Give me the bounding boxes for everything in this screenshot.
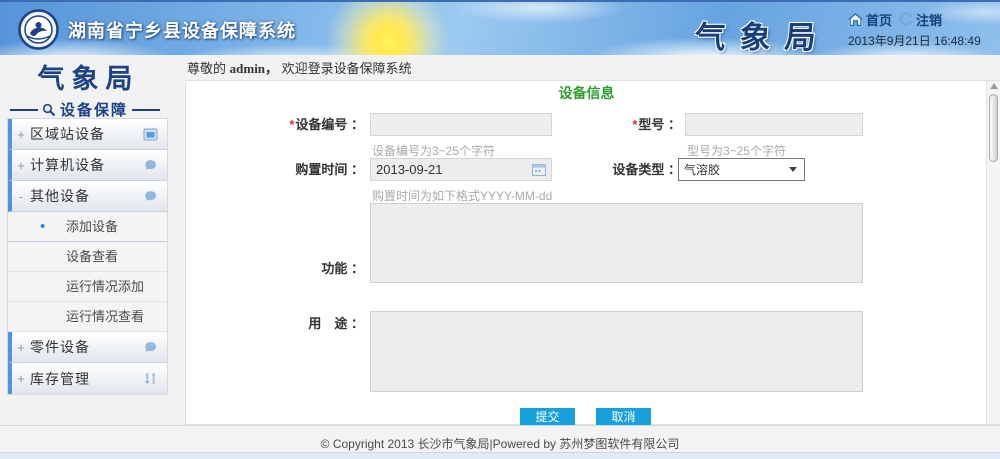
- welcome-bar: 尊敬的 admin， 欢迎登录设备保障系统: [170, 57, 1000, 81]
- content-panel: 设备信息 *设备编号 ： 设备编号为3~25个字符 *型号 ： 型号为3~25个…: [185, 80, 1000, 425]
- expand-plus-icon: +: [12, 371, 30, 386]
- page: 湖南省宁乡县设备保障系统 气象局 首页 注销 2013年9月21日 16:48:…: [0, 0, 1000, 459]
- chevron-down-icon: [789, 167, 797, 172]
- submenu-label: 添加设备: [66, 219, 118, 234]
- device-no-input[interactable]: [370, 113, 552, 136]
- menu-label: 区域站设备: [30, 124, 105, 144]
- submenu-label: 运行情况添加: [66, 279, 144, 294]
- submit-button[interactable]: 提交: [520, 408, 575, 426]
- bureau-name: 气象局: [693, 12, 831, 55]
- device-type-select[interactable]: 气溶胶: [678, 158, 805, 181]
- home-label: 首页: [866, 10, 892, 29]
- purchase-date-value: 2013-09-21: [376, 162, 532, 177]
- label-text: 功能 ：: [321, 261, 364, 276]
- form-title: 设备信息: [186, 83, 987, 103]
- sidebar-brand-subtitle: 设备保障: [60, 99, 128, 120]
- sidebar-item-regional-station-devices[interactable]: + 区域站设备: [8, 119, 167, 150]
- top-header: 湖南省宁乡县设备保障系统 气象局 首页 注销 2013年9月21日 16:48:…: [0, 0, 1000, 55]
- menu-label: 库存管理: [30, 369, 90, 389]
- model-label: *型号 ：: [561, 113, 681, 137]
- device-type-label: 设备类型 ：: [561, 158, 681, 182]
- sidebar-item-other-devices[interactable]: - 其他设备: [8, 181, 167, 212]
- tools-icon: [143, 371, 158, 386]
- usage-textarea[interactable]: [370, 311, 863, 392]
- expand-plus-icon: +: [12, 158, 30, 173]
- collapse-minus-icon: -: [12, 189, 30, 204]
- current-datetime: 2013年9月21日 16:48:49: [848, 32, 981, 49]
- expand-plus-icon: +: [12, 340, 30, 355]
- home-icon: [848, 13, 863, 26]
- required-asterisk: *: [632, 117, 637, 132]
- vertical-scrollbar[interactable]: [986, 81, 1000, 424]
- rule-left: [10, 109, 38, 111]
- magnifier-icon: [42, 103, 56, 117]
- copyright-text: © Copyright 2013 长沙市气象局|Powered by 苏州梦图软…: [0, 435, 1000, 452]
- logout-icon: [898, 12, 913, 27]
- submenu-label: 运行情况查看: [66, 309, 144, 324]
- footer-bottom-strip: [0, 452, 1000, 459]
- logout-link[interactable]: 注销: [898, 10, 942, 29]
- sidebar-brand-title: 气象局: [0, 57, 170, 96]
- required-asterisk: *: [289, 117, 294, 132]
- device-no-label: *设备编号 ：: [186, 113, 364, 137]
- label-text: 设备类型 ：: [612, 162, 681, 177]
- chat-icon: [143, 340, 158, 355]
- menu-label: 零件设备: [30, 337, 90, 357]
- purchase-date-hint: 购置时间为如下格式YYYY-MM-dd: [372, 187, 552, 204]
- model-input[interactable]: [685, 113, 863, 136]
- welcome-suffix: 欢迎登录设备保障系统: [282, 61, 412, 76]
- menu-label: 计算机设备: [30, 155, 105, 175]
- device-type-value: 气溶胶: [684, 161, 789, 178]
- label-text: 用 途 ：: [308, 316, 364, 331]
- label-text: 型号 ：: [638, 117, 681, 132]
- usage-label: 用 途 ：: [186, 312, 364, 336]
- sidebar-brand: 气象局 设备保障: [0, 57, 170, 117]
- menu-label: 其他设备: [30, 186, 90, 206]
- rule-right: [132, 109, 160, 111]
- sidebar-item-inventory-management[interactable]: + 库存管理: [8, 363, 167, 394]
- welcome-username: admin，: [230, 61, 278, 76]
- chat-icon: [143, 189, 158, 204]
- submenu-label: 设备查看: [66, 249, 118, 264]
- logout-label: 注销: [916, 10, 942, 29]
- purchase-date-label: 购置时间 ：: [186, 158, 364, 182]
- active-bullet-icon: •: [40, 212, 45, 241]
- sidebar-item-add-running-status[interactable]: 运行情况添加: [8, 272, 167, 302]
- calendar-icon[interactable]: [532, 163, 546, 176]
- label-text: 设备编号 ：: [295, 117, 364, 132]
- home-link[interactable]: 首页: [848, 10, 892, 29]
- expand-plus-icon: +: [12, 127, 30, 142]
- scroll-up-arrow-icon[interactable]: [990, 83, 998, 89]
- scrollbar-thumb[interactable]: [989, 94, 998, 162]
- top-nav: 首页 注销: [848, 10, 942, 29]
- function-label: 功能 ：: [186, 257, 364, 281]
- page-footer: © Copyright 2013 长沙市气象局|Powered by 苏州梦图软…: [0, 425, 1000, 452]
- device-no-hint: 设备编号为3~25个字符: [372, 142, 495, 159]
- system-title: 湖南省宁乡县设备保障系统: [68, 17, 296, 43]
- label-text: 购置时间 ：: [295, 162, 364, 177]
- cancel-button[interactable]: 取消: [596, 408, 651, 426]
- sidebar-item-view-devices[interactable]: 设备查看: [8, 242, 167, 272]
- purchase-date-input[interactable]: 2013-09-21: [370, 158, 552, 181]
- function-textarea[interactable]: [370, 203, 863, 283]
- welcome-prefix: 尊敬的: [187, 61, 226, 76]
- sidebar-item-add-device[interactable]: • 添加设备: [8, 212, 167, 242]
- window-icon: [143, 127, 158, 142]
- chat-icon: [143, 158, 158, 173]
- sidebar-item-computer-devices[interactable]: + 计算机设备: [8, 150, 167, 181]
- bureau-logo-icon: [18, 9, 59, 50]
- model-hint: 型号为3~25个字符: [687, 142, 786, 159]
- sidebar-item-view-running-status[interactable]: 运行情况查看: [8, 302, 167, 332]
- sidebar-item-parts-devices[interactable]: + 零件设备: [8, 332, 167, 363]
- other-devices-submenu: • 添加设备 设备查看 运行情况添加 运行情况查看: [8, 212, 167, 332]
- sidebar-brand-subtitle-row: 设备保障: [0, 99, 170, 120]
- sidebar-menu: + 区域站设备 + 计算机设备 - 其他设备 • 添加设备: [7, 118, 168, 395]
